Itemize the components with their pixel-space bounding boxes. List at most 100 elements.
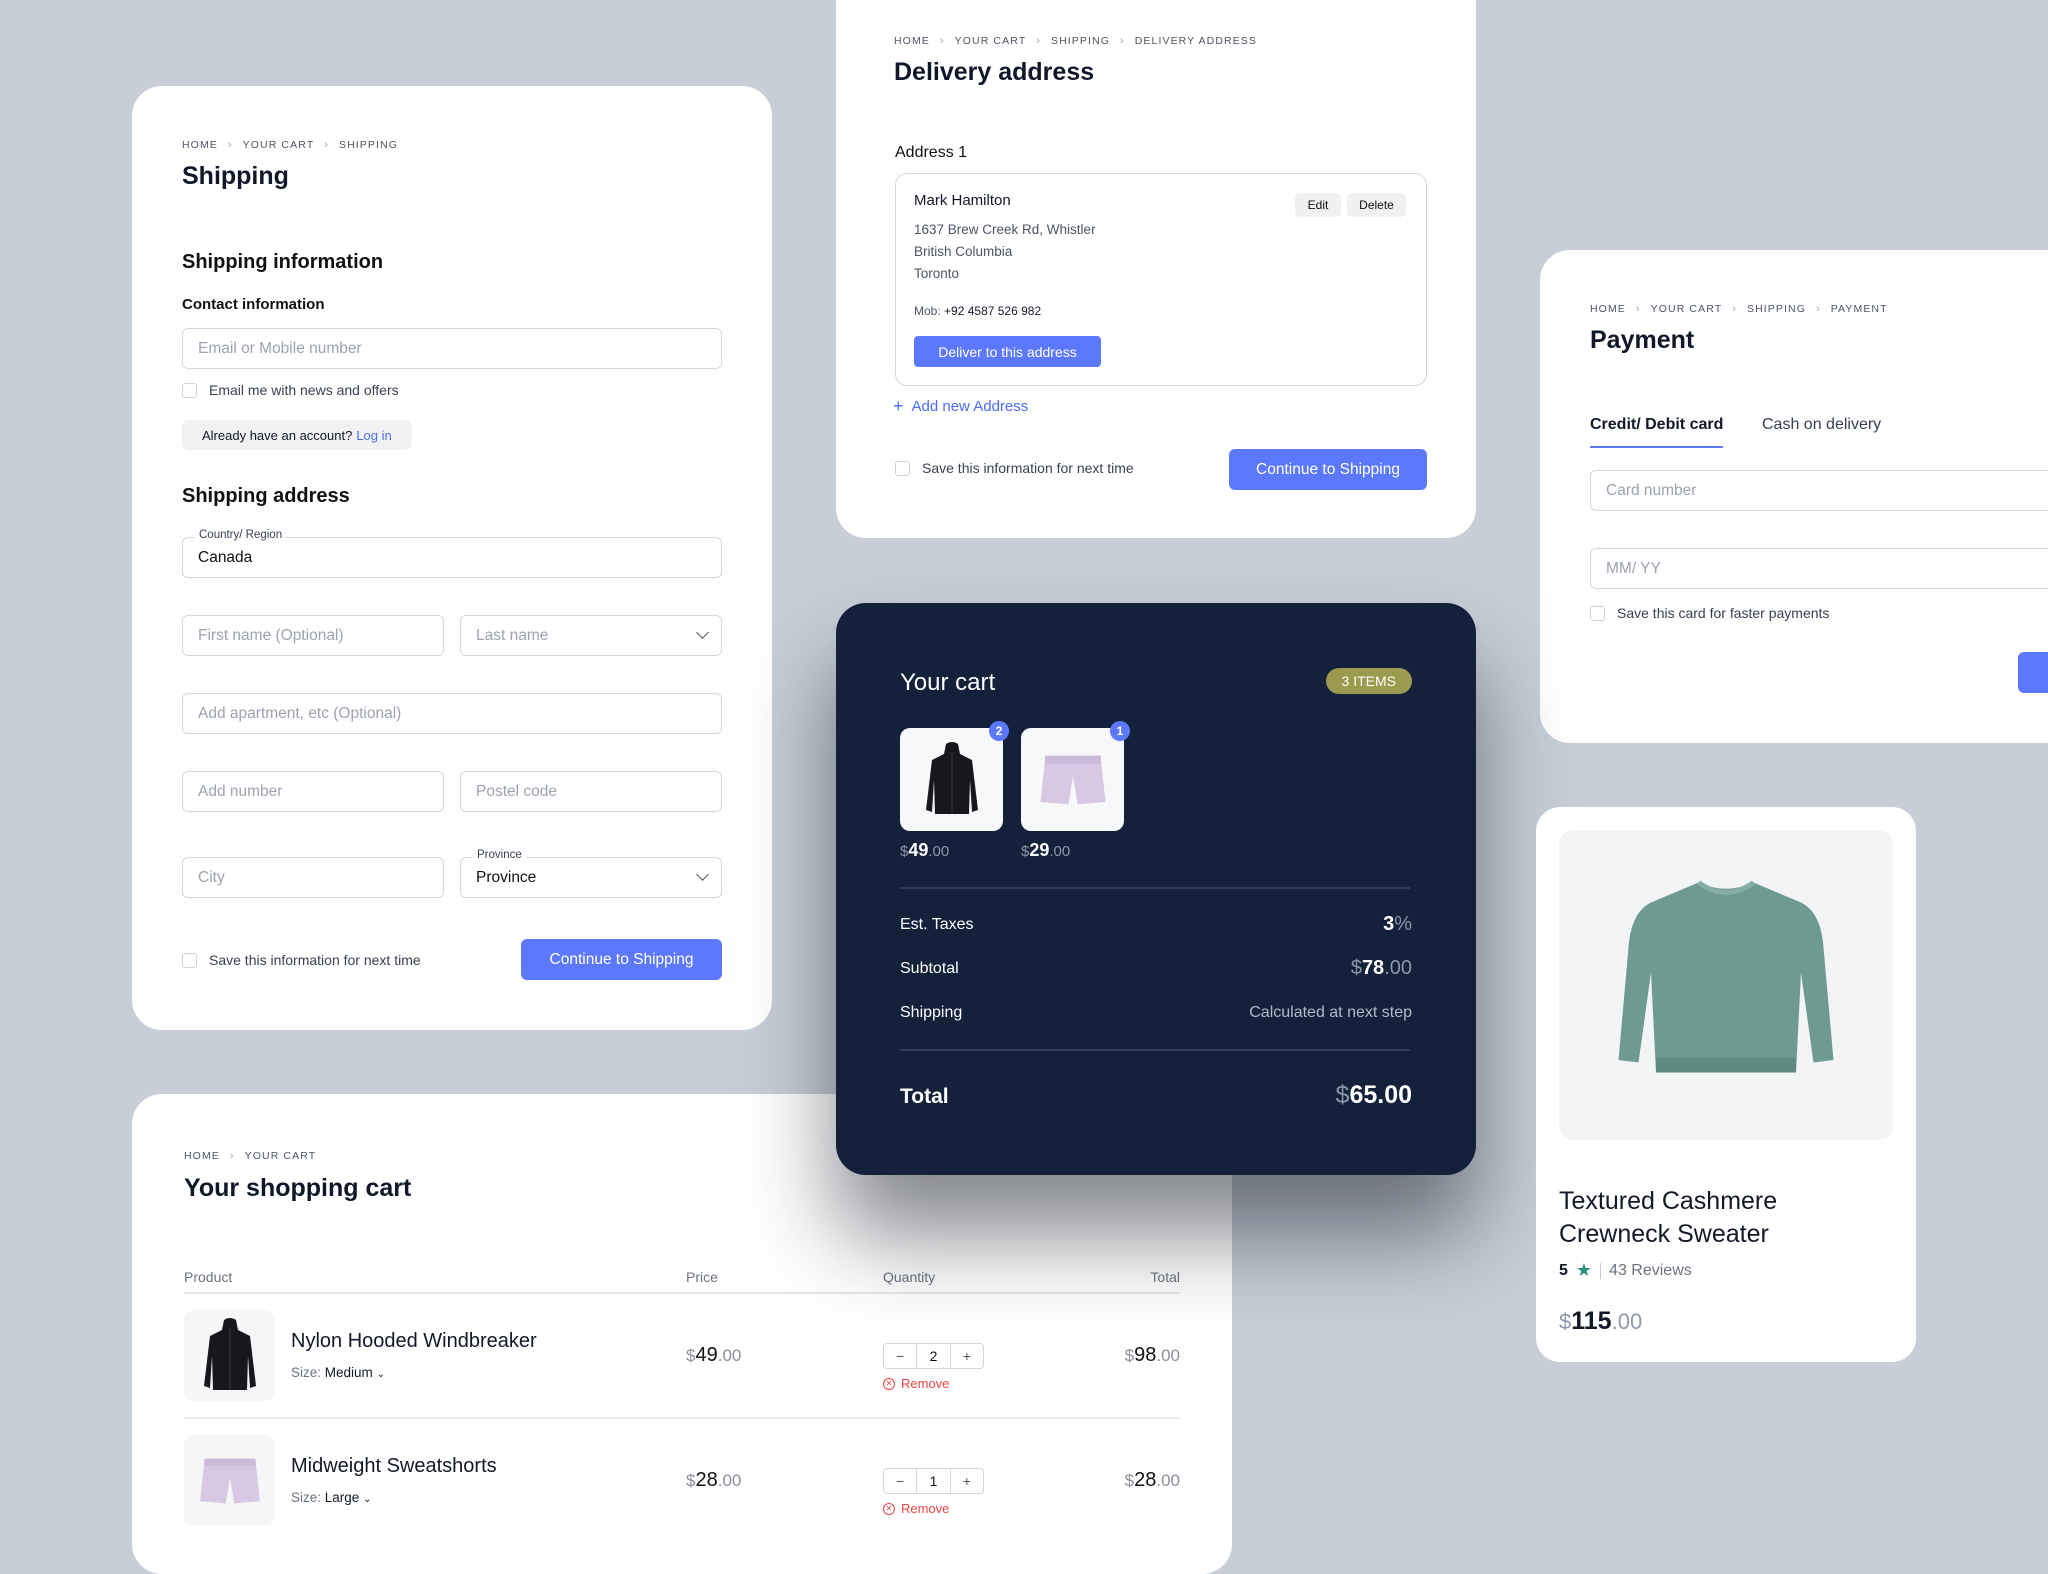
product-name[interactable]: Nylon Hooded Windbreaker	[291, 1330, 537, 1353]
reviews-link[interactable]: 43 Reviews	[1609, 1262, 1692, 1280]
province-select[interactable]: Province Province	[460, 849, 722, 898]
breadcrumb-home[interactable]: HOME	[182, 139, 218, 151]
cart-item-price: $49.00	[900, 840, 950, 860]
add-address-link[interactable]: + Add new Address	[893, 396, 1028, 417]
placeholder: First name (Optional)	[198, 626, 344, 644]
edit-button[interactable]: Edit	[1295, 193, 1341, 217]
row-total: $28.00	[1124, 1469, 1180, 1491]
delivery-address-card: HOME › YOUR CART › SHIPPING › DELIVERY ADDR…	[836, 0, 1476, 538]
product-image-shorts	[184, 1435, 275, 1526]
mobile-number: Mob: +92 4587 526 982	[914, 304, 1041, 318]
table-row: Midweight Sweatshorts Size: Large ⌄ $28.…	[184, 1435, 1180, 1527]
plus-icon: +	[893, 396, 904, 416]
size-value: Medium	[324, 1365, 373, 1380]
quantity-badge: 1	[1110, 721, 1130, 741]
checkbox[interactable]	[182, 382, 197, 398]
checkbox[interactable]	[1590, 605, 1605, 621]
address-line: 1637 Brew Creek Rd, Whistler	[914, 222, 1096, 237]
card-number-input[interactable]: Card number	[1590, 470, 2048, 511]
breadcrumb-home[interactable]: HOME	[1590, 303, 1626, 315]
breadcrumb-home[interactable]: HOME	[184, 1150, 220, 1162]
cart-summary-card: Your cart 3 ITEMS 2 1 $49.00 $29.00 Est.…	[836, 603, 1476, 1175]
field-label: Country/ Region	[195, 529, 287, 541]
chevron-right-icon: ›	[1732, 303, 1737, 315]
breadcrumb-cart: YOUR CART	[244, 1150, 317, 1162]
delete-button[interactable]: Delete	[1347, 193, 1406, 217]
continue-to-shipping-button[interactable]: Continue to Shipping	[1229, 449, 1427, 490]
last-name-input[interactable]: Last name	[460, 615, 722, 656]
product-card[interactable]: Textured Cashmere Crewneck Sweater 5 ★ 43…	[1536, 807, 1916, 1362]
country-select[interactable]: Country/ Region Canada	[182, 529, 722, 578]
city-input[interactable]: City	[182, 857, 444, 898]
unit-price: $28.00	[686, 1469, 742, 1491]
breadcrumb-cart[interactable]: YOUR CART	[243, 139, 315, 151]
remove-button[interactable]: ✕ Remove	[883, 1501, 949, 1516]
breadcrumb: HOME › YOUR CART › SHIPPING	[182, 139, 398, 151]
checkbox[interactable]	[182, 952, 197, 968]
continue-to-shipping-button[interactable]: Continue to Shipping	[521, 939, 722, 980]
size-selector[interactable]: Size: Medium ⌄	[291, 1365, 385, 1380]
tab-label: Credit/ Debit card	[1590, 416, 1724, 433]
email-input[interactable]: Email or Mobile number	[182, 328, 722, 369]
breadcrumb-shipping[interactable]: SHIPPING	[1051, 35, 1110, 47]
shipping-value: Calculated at next step	[1249, 1004, 1412, 1021]
breadcrumb-cart[interactable]: YOUR CART	[1651, 303, 1723, 315]
cart-title: Your cart	[900, 669, 996, 696]
quantity-value[interactable]: 1	[916, 1469, 951, 1493]
increment-button[interactable]: +	[951, 1469, 983, 1493]
tab-cash-on-delivery[interactable]: Cash on delivery	[1762, 416, 1881, 434]
product-name[interactable]: Textured Cashmere Crewneck Sweater	[1559, 1185, 1777, 1251]
product-name[interactable]: Midweight Sweatshorts	[291, 1455, 497, 1478]
column-header-quantity: Quantity	[883, 1269, 936, 1285]
quantity-stepper[interactable]: −2 +	[883, 1343, 984, 1369]
postal-code-input[interactable]: Postel code	[460, 771, 722, 812]
breadcrumb-shipping[interactable]: SHIPPING	[1747, 303, 1806, 315]
unit-price: $49.00	[686, 1344, 742, 1366]
apartment-input[interactable]: Add apartment, etc (Optional)	[182, 693, 722, 734]
expiry-input[interactable]: MM/ YY	[1590, 548, 2048, 589]
row-divider	[184, 1417, 1180, 1419]
shorts-image	[198, 1454, 262, 1508]
taxes-value: 3%	[1383, 913, 1412, 935]
cart-item-thumb[interactable]: 1	[1021, 721, 1130, 831]
divider	[1600, 1262, 1602, 1279]
address-label: Address 1	[895, 144, 968, 161]
product-price: $115.00	[1559, 1307, 1643, 1335]
jacket-image	[922, 740, 982, 820]
quantity-stepper[interactable]: −1 +	[883, 1468, 984, 1494]
deliver-to-address-button[interactable]: Deliver to this address	[914, 336, 1101, 367]
quantity-value[interactable]: 2	[916, 1344, 951, 1368]
decrement-button[interactable]: −	[884, 1344, 916, 1368]
remove-button[interactable]: ✕ Remove	[883, 1376, 949, 1391]
column-header-product: Product	[184, 1269, 233, 1285]
column-header-price: Price	[686, 1269, 718, 1285]
placeholder: Postel code	[476, 782, 557, 800]
star-icon: ★	[1575, 1260, 1593, 1280]
cart-item-thumb[interactable]: 2	[900, 721, 1009, 831]
save-info-row[interactable]: Save this information for next time	[895, 460, 1134, 476]
save-info-row[interactable]: Save this information for next time	[182, 952, 421, 968]
payment-card: HOME › YOUR CART › SHIPPING › PAYMENT Payme…	[1540, 250, 2048, 743]
chevron-right-icon: ›	[939, 35, 945, 47]
first-name-input[interactable]: First name (Optional)	[182, 615, 444, 656]
breadcrumb: HOME › YOUR CART › SHIPPING › DELIVERY ADDR…	[894, 35, 1257, 47]
chevron-right-icon: ›	[229, 1150, 235, 1162]
login-link[interactable]: Log in	[356, 428, 391, 443]
increment-button[interactable]: +	[951, 1344, 983, 1368]
placeholder: MM/ YY	[1606, 559, 1661, 577]
pay-button[interactable]	[2018, 652, 2048, 693]
number-input[interactable]: Add number	[182, 771, 444, 812]
page-title: Your shopping cart	[184, 1174, 412, 1202]
checkbox[interactable]	[895, 460, 910, 476]
breadcrumb-cart[interactable]: YOUR CART	[955, 35, 1027, 47]
sweater-image	[1601, 860, 1851, 1110]
size-selector[interactable]: Size: Large ⌄	[291, 1490, 371, 1505]
divider	[900, 1049, 1410, 1051]
save-card-row[interactable]: Save this card for faster payments	[1590, 605, 1829, 621]
tab-credit-card[interactable]: Credit/ Debit card	[1590, 416, 1724, 448]
breadcrumb-home[interactable]: HOME	[894, 35, 930, 47]
decrement-button[interactable]: −	[884, 1469, 916, 1493]
shipping-label: Shipping	[900, 1004, 963, 1021]
quantity-badge: 2	[989, 721, 1009, 741]
newsletter-checkbox-row[interactable]: Email me with news and offers	[182, 382, 399, 398]
